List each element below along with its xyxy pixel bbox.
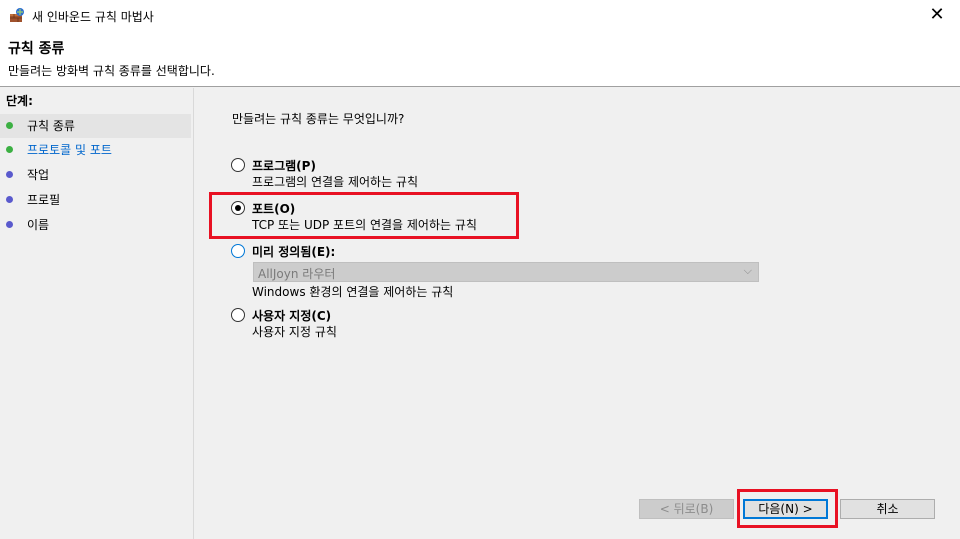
step-label: 프로필 (27, 193, 61, 207)
step-status-dot-icon (6, 196, 13, 203)
step-name: 이름 (0, 213, 191, 237)
main-panel: 만들려는 규칙 종류는 무엇입니까? 프로그램(P) 프로그램의 연결을 제어하… (195, 88, 960, 539)
port-option-label[interactable]: 포트(O) (252, 200, 295, 217)
window-title: 새 인바운드 규칙 마법사 (32, 10, 154, 24)
firewall-wizard-icon (10, 8, 24, 22)
custom-option-description: 사용자 지정 규칙 (252, 325, 337, 339)
steps-heading: 단계: (6, 94, 33, 108)
step-label[interactable]: 프로토콜 및 포트 (27, 138, 112, 162)
step-status-dot-icon (6, 221, 13, 228)
step-protocol-and-ports[interactable]: 프로토콜 및 포트 (0, 138, 191, 162)
step-label: 작업 (27, 168, 50, 182)
predefined-option-description: Windows 환경의 연결을 제어하는 규칙 (252, 285, 454, 299)
custom-radio[interactable] (231, 308, 245, 322)
custom-option-label[interactable]: 사용자 지정(C) (252, 307, 331, 324)
step-status-dot-icon (6, 171, 13, 178)
page-description: 만들려는 방화벽 규칙 종류를 선택합니다. (8, 64, 215, 78)
step-rule-type: 규칙 종류 (0, 114, 191, 138)
program-radio[interactable] (231, 158, 245, 172)
program-option-label[interactable]: 프로그램(P) (252, 157, 316, 174)
step-label: 이름 (27, 218, 50, 232)
cancel-button[interactable]: 취소 (840, 499, 935, 519)
page-title: 규칙 종류 (8, 41, 65, 57)
predefined-rule-select[interactable]: AllJoyn 라우터 ⌵ (253, 262, 759, 282)
predefined-option-label[interactable]: 미리 정의됨(E): (252, 243, 335, 260)
close-icon[interactable]: ✕ (914, 0, 960, 30)
next-button[interactable]: 다음(N) > (743, 499, 828, 519)
back-button[interactable]: < 뒤로(B) (639, 499, 734, 519)
port-radio[interactable] (231, 201, 245, 215)
chevron-down-icon: ⌵ (743, 264, 752, 277)
port-option-description: TCP 또는 UDP 포트의 연결을 제어하는 규칙 (252, 218, 477, 232)
rule-type-question: 만들려는 규칙 종류는 무엇입니까? (232, 112, 405, 126)
steps-sidebar: 단계: 규칙 종류 프로토콜 및 포트 작업 프로필 이름 (0, 88, 194, 539)
step-status-dot-icon (6, 122, 13, 129)
title-bar: 새 인바운드 규칙 마법사 ✕ (0, 0, 960, 31)
step-action: 작업 (0, 163, 191, 187)
predefined-rule-value: AllJoyn 라우터 (258, 267, 336, 281)
program-option-description: 프로그램의 연결을 제어하는 규칙 (252, 175, 419, 189)
step-label: 규칙 종류 (27, 119, 75, 133)
wizard-header: 규칙 종류 만들려는 방화벽 규칙 종류를 선택합니다. (0, 30, 960, 87)
predefined-radio[interactable] (231, 244, 245, 258)
step-status-dot-icon (6, 146, 13, 153)
step-profile: 프로필 (0, 188, 191, 212)
